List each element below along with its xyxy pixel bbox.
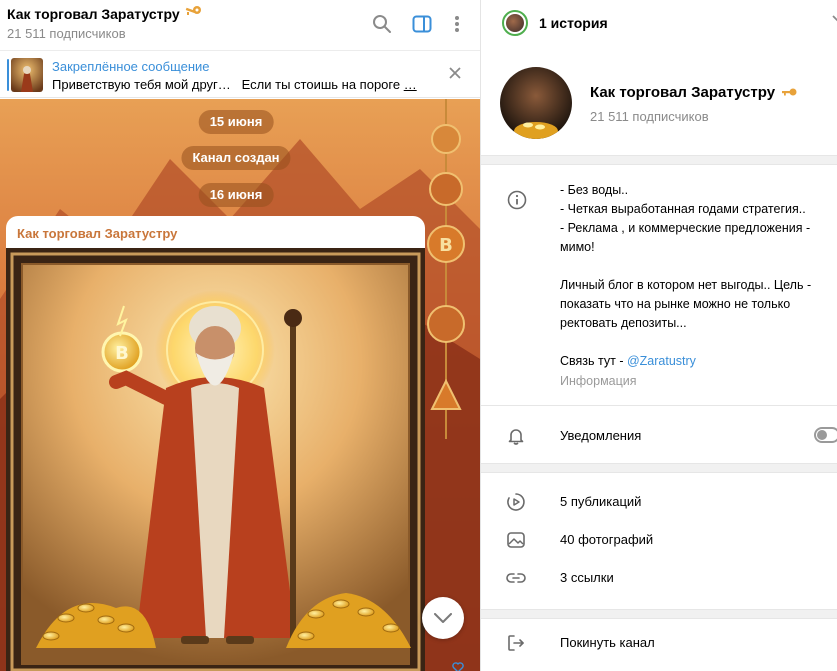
chat-title[interactable]: Как торговал Заратустру: [7, 5, 202, 22]
channel-name-text: Как торговал Заратустру: [590, 84, 776, 101]
section-separator: [481, 155, 837, 165]
section-separator: [481, 609, 837, 619]
pinned-text-rest: Если ты стоишь на пороге: [241, 77, 404, 92]
media-label: 5 публикаций: [560, 494, 642, 509]
chat-subscribers: 21 511 подписчиков: [7, 26, 126, 41]
description-line: [560, 257, 837, 276]
svg-text:B: B: [115, 343, 129, 364]
pinned-title: Закреплённое сообщение: [52, 59, 210, 74]
contact-link[interactable]: @Zaratustry: [627, 354, 696, 368]
link-icon: [506, 573, 526, 583]
media-row-links[interactable]: 3 ссылки: [481, 559, 837, 597]
chat-header[interactable]: Как торговал Заратустру 21 511 подписчик…: [0, 0, 480, 48]
leave-channel-label: Покинуть канал: [560, 635, 655, 650]
pinned-message[interactable]: Закреплённое сообщение Приветствую тебя …: [0, 50, 480, 98]
channel-subscribers: 21 511 подписчиков: [590, 109, 709, 124]
media-label: 3 ссылки: [560, 570, 614, 585]
heart-icon[interactable]: [452, 660, 464, 671]
more-menu-icon[interactable]: [445, 12, 469, 36]
photo-icon: [507, 532, 525, 548]
story-thumbnail: [506, 14, 524, 32]
chevron-down-icon: [434, 613, 452, 623]
date-separator: 15 июня: [198, 110, 274, 134]
description-line: - Реклама , и коммерческие предложения -…: [560, 221, 814, 254]
section-divider-line: [481, 405, 837, 406]
notifications-label: Уведомления: [560, 428, 642, 443]
media-label: 40 фотографий: [560, 532, 654, 547]
message-bubble[interactable]: Как торговал Заратустру B: [6, 216, 425, 671]
bell-icon: [508, 429, 524, 445]
contact-prefix: Связь тут -: [560, 354, 627, 368]
channel-info-panel: 1 история Как торговал Заратустру 21 511…: [481, 0, 837, 671]
description-line: - Без воды..: [560, 183, 629, 197]
close-icon[interactable]: [831, 14, 837, 33]
description-line: - Четкая выработанная годами стратегия..: [560, 202, 806, 216]
channel-description: - Без воды.. - Четкая выработанная годам…: [560, 181, 837, 371]
info-icon: [507, 190, 527, 215]
message-author[interactable]: Как торговал Заратустру: [17, 226, 177, 241]
description-line: Личный блог в котором нет выгоды.. Цель …: [560, 278, 815, 330]
notifications-row[interactable]: Уведомления: [481, 417, 837, 455]
chat-title-text: Как торговал Заратустру: [7, 5, 180, 22]
notifications-toggle[interactable]: [814, 427, 837, 443]
stories-button[interactable]: 1 история: [502, 10, 608, 36]
pinned-text-more: …: [403, 77, 417, 92]
story-ring: [502, 10, 528, 36]
scroll-down-button[interactable]: [422, 597, 464, 639]
description-caption: Информация: [560, 374, 637, 388]
channel-created-notice: Канал создан: [181, 146, 291, 170]
message-photo[interactable]: B: [6, 248, 425, 671]
search-icon[interactable]: [370, 12, 394, 36]
exit-icon: [508, 635, 524, 651]
close-icon[interactable]: [448, 66, 462, 85]
key-icon: [184, 5, 202, 22]
media-row-publications[interactable]: 5 публикаций: [481, 483, 837, 521]
media-row-photos[interactable]: 40 фотографий: [481, 521, 837, 559]
chat-pane: Как торговал Заратустру 21 511 подписчик…: [0, 0, 480, 671]
date-separator: 16 июня: [198, 183, 274, 207]
pinned-text-start: Приветствую тебя мой друг…: [52, 77, 231, 92]
stories-label: 1 история: [539, 15, 608, 31]
pinned-indicator: [7, 59, 9, 91]
pinned-thumbnail: [11, 58, 43, 92]
contact-line: Связь тут - @Zaratustry: [560, 352, 837, 371]
video-icon: [507, 493, 525, 511]
sidebar-toggle-icon[interactable]: [410, 12, 434, 36]
leave-channel-button[interactable]: Покинуть канал: [481, 624, 837, 662]
pinned-text: Приветствую тебя мой друг… Если ты стоиш…: [52, 77, 417, 92]
channel-name: Как торговал Заратустру: [590, 84, 797, 101]
channel-avatar[interactable]: [500, 67, 572, 139]
section-separator: [481, 463, 837, 473]
svg-text:B: B: [439, 235, 453, 256]
key-icon: [781, 84, 797, 101]
